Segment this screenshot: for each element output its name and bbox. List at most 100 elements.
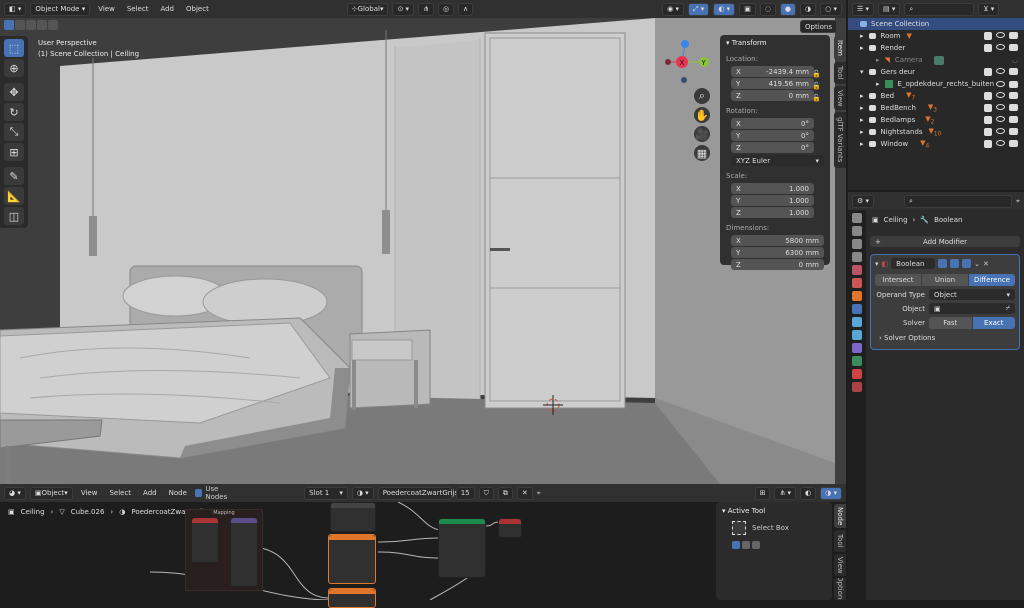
image-texture-node-2[interactable] xyxy=(328,588,376,608)
image-texture-node[interactable] xyxy=(328,534,376,584)
eye-icon[interactable] xyxy=(996,68,1005,74)
tab-tool[interactable]: Tool xyxy=(834,530,846,552)
output-tab-icon[interactable] xyxy=(852,239,862,249)
scene-tab-icon[interactable] xyxy=(852,265,862,275)
xray-icon[interactable]: ▣ xyxy=(739,2,756,16)
navigation-gizmo[interactable]: X Y xyxy=(660,38,712,88)
material-tab-icon[interactable] xyxy=(852,369,862,379)
eye-icon[interactable] xyxy=(996,44,1005,50)
camera-render-icon[interactable] xyxy=(1009,32,1018,39)
outliner-search-input[interactable]: ⌕ xyxy=(904,2,975,16)
menu-node[interactable]: Node xyxy=(165,489,191,497)
tab-gltf-variants[interactable]: glTF Variants xyxy=(834,112,846,168)
move-tool-icon[interactable]: ✥ xyxy=(4,83,24,101)
dimension-z-field[interactable]: Z0 mm xyxy=(731,259,824,270)
active-tool-row[interactable]: Select Box xyxy=(732,521,826,535)
duplicate-icon[interactable]: ⧉ xyxy=(497,486,513,500)
particles-tab-icon[interactable] xyxy=(852,317,862,327)
select-new-icon[interactable] xyxy=(732,541,740,549)
render-icon[interactable] xyxy=(962,259,972,268)
tab-view[interactable]: View xyxy=(834,554,846,576)
overlay-toggle[interactable]: ◐ ▾ xyxy=(713,2,736,16)
camera-render-icon[interactable] xyxy=(1009,140,1018,147)
menu-object[interactable]: Object xyxy=(182,5,213,13)
tab-item[interactable]: Item xyxy=(834,36,846,60)
zoom-icon[interactable]: ⌕ xyxy=(694,88,710,104)
mapping-node[interactable] xyxy=(230,517,258,587)
texture-tab-icon[interactable] xyxy=(852,382,862,392)
lock-icon[interactable]: 🔓 xyxy=(812,80,821,92)
add-cube-tool-icon[interactable]: ◫ xyxy=(4,207,24,225)
tab-tool[interactable]: Tool xyxy=(834,62,846,84)
menu-select[interactable]: Select xyxy=(105,489,135,497)
dimension-y-field[interactable]: Y 6300 mm xyxy=(731,247,824,258)
outliner-item[interactable]: ▾ Gers deur xyxy=(848,66,1024,78)
union-button[interactable]: Union xyxy=(922,274,968,286)
constraints-tab-icon[interactable] xyxy=(852,343,862,353)
texture-coordinate-node[interactable] xyxy=(191,517,219,563)
camera-render-icon[interactable] xyxy=(1009,104,1018,111)
camera-render-icon[interactable] xyxy=(1009,68,1018,75)
select-extend-icon[interactable] xyxy=(15,20,25,30)
menu-view[interactable]: View xyxy=(94,5,119,13)
use-nodes-toggle[interactable]: Use Nodes xyxy=(194,485,240,501)
outliner-root[interactable]: Scene Collection xyxy=(848,18,1024,30)
visibility-dropdown[interactable]: ◉ ▾ xyxy=(662,2,684,16)
filter-icon[interactable]: ⊻ ▾ xyxy=(978,2,1000,16)
intersect-button[interactable]: Intersect xyxy=(875,274,921,286)
outliner-item[interactable]: ▸ E_opdekdeur_rechts_buiten xyxy=(848,78,1024,90)
users-count[interactable]: 15 xyxy=(455,486,475,500)
eye-icon[interactable] xyxy=(996,32,1005,38)
node-tree-type-dropdown[interactable]: ▣ Object ▾ xyxy=(29,486,73,500)
cursor-tool-icon[interactable]: ⊕ xyxy=(4,59,24,77)
select-intersect-icon[interactable] xyxy=(48,20,58,30)
lock-icon[interactable]: 🔓 xyxy=(812,68,821,80)
rotation-z-field[interactable]: Z 0° xyxy=(731,142,814,153)
fake-user-icon[interactable]: ⛉ xyxy=(478,486,494,500)
eye-icon[interactable] xyxy=(996,104,1005,110)
menu-add[interactable]: Add xyxy=(156,5,178,13)
render-tab-icon[interactable] xyxy=(852,226,862,236)
outliner-item[interactable]: ▸ ◥ Camera ◡ xyxy=(848,54,1024,66)
eye-hidden-icon[interactable]: ◡ xyxy=(1012,56,1018,64)
editor-type-button[interactable]: ◧ ▾ xyxy=(4,2,27,16)
realtime-icon[interactable] xyxy=(950,259,960,268)
exclude-checkbox[interactable] xyxy=(984,92,992,100)
material-output-node[interactable] xyxy=(498,518,522,538)
add-modifier-button[interactable]: + Add Modifier xyxy=(870,236,1020,247)
lock-icon[interactable]: 🔓 xyxy=(812,92,821,104)
outliner-display-icon[interactable]: ▤ ▾ xyxy=(878,2,901,16)
outliner-type-icon[interactable]: ☰ ▾ xyxy=(852,2,875,16)
exclude-checkbox[interactable] xyxy=(984,104,992,112)
outliner-item[interactable]: ▸ Render xyxy=(848,42,1024,54)
gizmo-toggle[interactable]: ⤢ ▾ xyxy=(687,2,710,16)
proportional-edit-icon[interactable]: ◎ xyxy=(437,2,455,16)
eye-icon[interactable] xyxy=(996,140,1005,146)
slot-dropdown[interactable]: Slot 1 ▾ xyxy=(304,486,348,500)
outliner-item[interactable]: ▸ Bedlamps ▼2 xyxy=(848,114,1024,126)
falloff-icon[interactable]: ∧ xyxy=(458,2,474,16)
select-subtract-icon[interactable] xyxy=(26,20,36,30)
material-browse-icon[interactable]: ◑ ▾ xyxy=(351,486,374,500)
scale-y-field[interactable]: Y 1.000 xyxy=(731,195,814,206)
menu-view[interactable]: View xyxy=(77,489,102,497)
snap-toggle[interactable]: ⋔ xyxy=(418,2,434,16)
overlay-dropdown[interactable]: ◑ ▾ xyxy=(820,486,843,500)
location-x-field[interactable]: X -2439.4 mm xyxy=(731,66,814,77)
orientation-dropdown[interactable]: ⊹ Global ▾ xyxy=(346,2,389,16)
tool-tab-icon[interactable] xyxy=(852,213,862,223)
camera-render-icon[interactable] xyxy=(1009,128,1018,135)
shading-wire-icon[interactable]: ◌ xyxy=(759,2,776,16)
solver-options-toggle[interactable]: › Solver Options xyxy=(879,334,1011,342)
camera-render-icon[interactable] xyxy=(1009,116,1018,123)
exclude-checkbox[interactable] xyxy=(984,140,992,148)
outliner-item[interactable]: ▸ Room ▼ xyxy=(848,30,1024,42)
menu-select[interactable]: Select xyxy=(123,5,153,13)
eye-icon[interactable] xyxy=(996,128,1005,134)
properties-search-input[interactable]: ⌕ xyxy=(904,194,1013,208)
rotation-y-field[interactable]: Y 0° xyxy=(731,130,814,141)
principled-bsdf-node[interactable] xyxy=(438,518,486,578)
outliner-item[interactable]: ▸ Nightstands ▼10 xyxy=(848,126,1024,138)
pivot-dropdown[interactable]: ⊙ ▾ xyxy=(392,2,415,16)
mode-dropdown[interactable]: Object Mode ▾ xyxy=(30,2,91,16)
